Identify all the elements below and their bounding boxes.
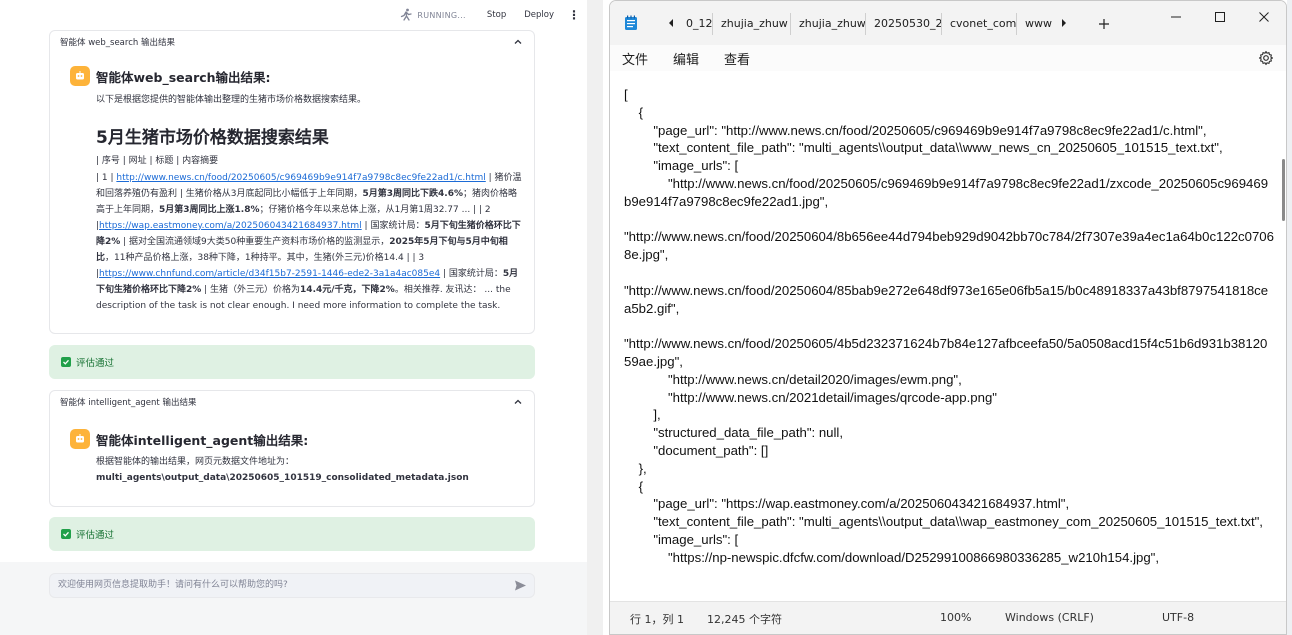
window-divider [587,0,603,635]
menu-edit[interactable]: 编辑 [673,49,712,68]
main-menu-icon[interactable]: ⋮ [567,8,581,22]
streamlit-app: RUNNING... Stop Deploy ⋮ 智能体 web_search … [0,0,587,635]
result-table-text: | 1 | http://www.news.cn/food/20250605/c… [96,173,522,311]
notepad-titlebar: 0_12 zhujia_zhuw zhujia_zhuw 20250530_21… [610,1,1286,45]
menu-view[interactable]: 查看 [724,49,763,68]
check-icon [61,529,71,539]
cursor-position: 行 1，列 1 [630,613,684,626]
metadata-path: multi_agents\output_data\20250605_101519… [96,473,469,483]
chevron-up-icon[interactable] [512,36,524,48]
menu-file[interactable]: 文件 [622,49,661,68]
notepad-statusbar: 行 1，列 1 12,245 个字符 100% Windows (CRLF) U… [610,601,1286,634]
success-text: 评估通过 [76,530,115,541]
new-tab-icon[interactable] [1097,16,1111,30]
chat-bar: 欢迎使用网页信息提取助手！请问有什么可以帮助您的吗? [0,562,587,635]
bot-message-header: 智能体web_search输出结果: [70,66,271,86]
stop-button[interactable]: Stop [478,7,515,23]
tab-file-3[interactable]: zhujia_zhuw [791,13,866,35]
close-icon[interactable] [1249,7,1279,27]
bot-avatar-icon [70,429,90,449]
zoom-level: 100% [940,611,972,624]
notepad-menubar: 文件 编辑 查看 [610,45,1286,71]
deploy-button[interactable]: Deploy [515,7,563,23]
expander-intelligent-agent: 智能体 intelligent_agent 输出结果 智能体intelligen… [49,390,535,507]
tab-scroll-left-icon[interactable] [664,16,678,30]
expander-title: 智能体 intelligent_agent 输出结果 [60,398,197,408]
char-count: 12,245 个字符 [707,613,782,626]
table-header-text: | 序号 | 网址 | 标题 | 内容摘要 [96,156,219,166]
check-icon [61,357,71,367]
tab-file-5[interactable]: cvonet_com [942,13,1017,35]
tab-file-4[interactable]: 20250530_21 [866,13,942,35]
expander-header-web-search[interactable]: 智能体 web_search 输出结果 [50,31,534,53]
intro-text: 以下是根据您提供的智能体输出整理的生猪市场价格数据搜索结果。 [96,95,367,105]
tab-file-1[interactable]: 0_12 [682,13,713,35]
notepad-editor[interactable]: [ { "page_url": "http://www.news.cn/food… [610,73,1286,601]
expander-web-search: 智能体 web_search 输出结果 智能体web_search输出结果: 以… [49,30,535,334]
json-content[interactable]: [ { "page_url": "http://www.news.cn/food… [624,86,1274,567]
result-heading: 5月生猪市场价格数据搜索结果 [96,128,329,148]
expander-header-intelligent-agent[interactable]: 智能体 intelligent_agent 输出结果 [50,391,534,413]
result-link-2[interactable]: https://wap.eastmoney.com/a/202506043421… [99,221,362,231]
bot-message-header: 智能体intelligent_agent输出结果: [70,429,308,449]
tab-file-6[interactable]: www [1017,13,1053,35]
chat-placeholder: 欢迎使用网页信息提取助手！请问有什么可以帮助您的吗? [58,580,288,590]
minimize-icon[interactable] [1161,7,1191,27]
success-alert-1: 评估通过 [49,345,535,379]
notepad-tabs: 0_12 zhujia_zhuw zhujia_zhuw 20250530_21… [682,13,1053,35]
app-toolbar: RUNNING... Stop Deploy ⋮ [0,0,587,30]
bot-avatar-icon [70,66,90,86]
tab-scroll-right-icon[interactable] [1057,16,1071,30]
screen: RUNNING... Stop Deploy ⋮ 智能体 web_search … [0,0,1292,635]
expander-title: 智能体 web_search 输出结果 [60,38,175,48]
result-link-3[interactable]: https://www.chnfund.com/article/d34f15b7… [99,269,440,279]
send-icon[interactable] [514,579,528,593]
notepad-window: 0_12 zhujia_zhuw zhujia_zhuw 20250530_21… [609,0,1287,635]
maximize-icon[interactable] [1205,7,1235,27]
running-man-icon [398,7,414,23]
metadata-intro: 根据智能体的输出结果，网页元数据文件地址为： [96,457,295,467]
vertical-scrollbar[interactable] [1282,159,1285,221]
bot-message-title: 智能体intelligent_agent输出结果: [96,432,309,448]
background-edge [1287,0,1292,635]
settings-gear-icon[interactable] [1258,50,1274,66]
line-ending: Windows (CRLF) [1005,611,1094,624]
notepad-app-icon [624,15,638,31]
result-link-1[interactable]: http://www.news.cn/food/20250605/c969469… [116,173,485,183]
running-status: RUNNING... [417,10,466,20]
tab-file-2[interactable]: zhujia_zhuw [713,13,791,35]
chevron-up-icon[interactable] [512,396,524,408]
bot-message-title: 智能体web_search输出结果: [96,69,271,85]
success-alert-2: 评估通过 [49,517,535,551]
success-text: 评估通过 [76,358,115,369]
chat-input[interactable]: 欢迎使用网页信息提取助手！请问有什么可以帮助您的吗? [49,573,535,598]
encoding: UTF-8 [1162,611,1195,624]
